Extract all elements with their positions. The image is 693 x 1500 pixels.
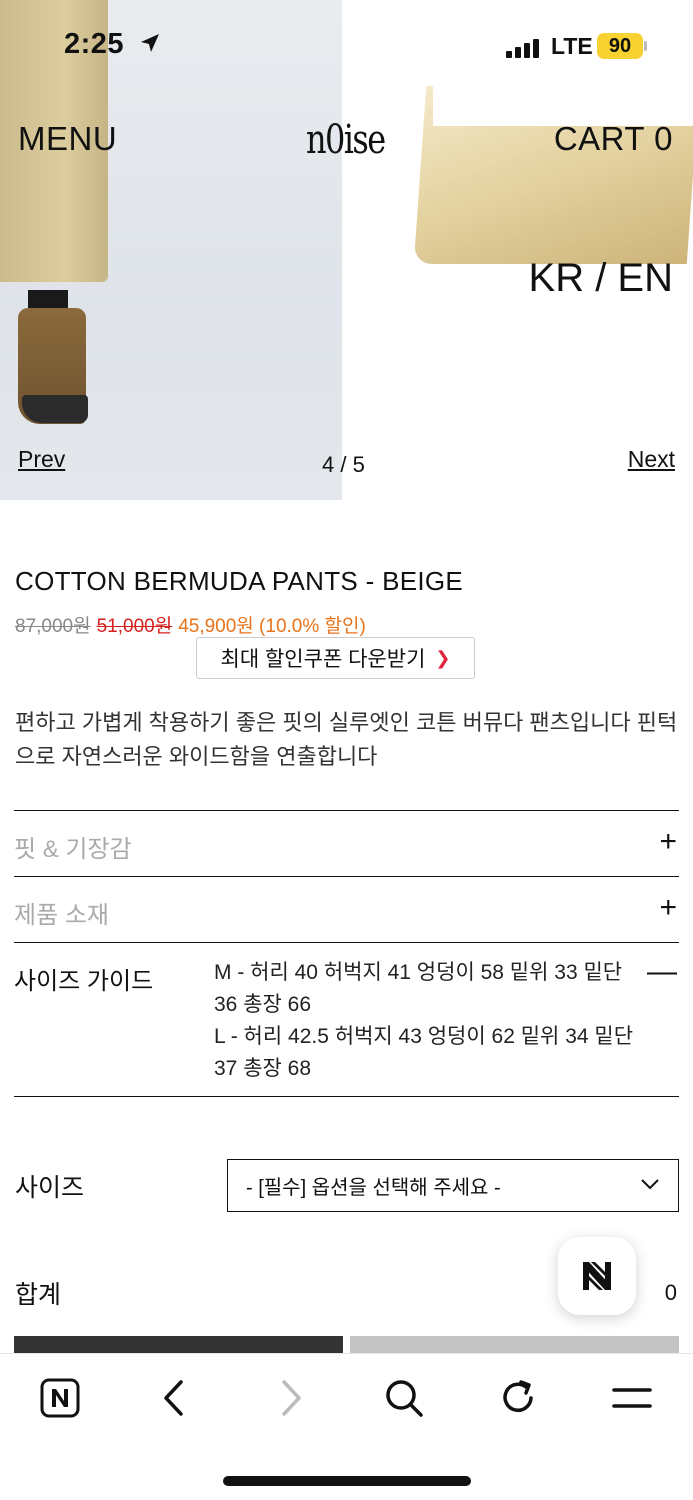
back-icon[interactable] <box>153 1376 197 1420</box>
minus-icon[interactable]: — <box>647 955 677 989</box>
gallery-next-link[interactable]: Next <box>628 446 675 473</box>
cellular-signal-icon <box>506 38 539 58</box>
forward-icon[interactable] <box>268 1376 312 1420</box>
size-guide-content: M - 허리 40 허벅지 41 엉덩이 58 밑위 33 밑단 36 총장 6… <box>214 957 644 1085</box>
price-original: 87,000원 <box>15 616 91 637</box>
size-guide-m: M - 허리 40 허벅지 41 엉덩이 58 밑위 33 밑단 36 총장 6… <box>214 961 623 1016</box>
coupon-download-button[interactable]: 최대 할인쿠폰 다운받기 ❯ <box>196 637 475 679</box>
floating-app-button[interactable] <box>558 1237 636 1315</box>
total-value: 0 <box>664 1280 677 1305</box>
accordion-fit[interactable]: 핏 & 기장감 + <box>14 810 679 876</box>
product-title: COTTON BERMUDA PANTS - BEIGE <box>15 566 464 596</box>
status-bar: 2:25 LTE 90 <box>0 0 693 90</box>
naver-home-icon[interactable] <box>38 1376 82 1420</box>
refresh-icon[interactable] <box>496 1376 540 1420</box>
price-discounted: 51,000원 <box>96 616 173 637</box>
brand-logo[interactable]: n0ise <box>306 117 386 163</box>
cart-button[interactable]: CART 0 <box>554 120 673 158</box>
divider <box>14 1096 679 1097</box>
status-time: 2:25 <box>64 28 125 60</box>
accordion-size-guide-label: 사이즈 가이드 <box>14 968 154 995</box>
size-option-label: 사이즈 <box>15 1174 85 1202</box>
plus-icon[interactable]: + <box>659 825 677 859</box>
accordion-material-label: 제품 소재 <box>14 902 109 929</box>
size-guide-l: L - 허리 42.5 허벅지 43 엉덩이 62 밑위 34 밑단 37 총장… <box>214 1025 634 1080</box>
brand-n-icon <box>583 1262 611 1290</box>
chevron-right-icon: ❯ <box>435 647 451 668</box>
price-row: 87,000원 51,000원 45,900원 (10.0% 할인) <box>15 611 366 638</box>
size-option-placeholder: - [필수] 옵션을 선택해 주세요 - <box>246 1177 501 1199</box>
size-option-select[interactable]: - [필수] 옵션을 선택해 주세요 - <box>227 1159 679 1212</box>
accordion-size-guide[interactable]: 사이즈 가이드 M - 허리 40 허벅지 41 엉덩이 58 밑위 33 밑단… <box>14 942 679 1096</box>
accordion-fit-label: 핏 & 기장감 <box>14 836 132 863</box>
gallery-prev-link[interactable]: Prev <box>18 446 65 473</box>
search-icon[interactable] <box>382 1376 426 1420</box>
total-label: 합계 <box>15 1281 62 1309</box>
home-indicator <box>223 1476 471 1486</box>
product-description: 편하고 가볍게 착용하기 좋은 핏의 실루엣인 코튼 버뮤다 팬츠입니다 핀턱으… <box>15 710 678 769</box>
coupon-label: 최대 할인쿠폰 다운받기 <box>220 648 426 671</box>
language-switch[interactable]: KR / EN <box>529 256 673 301</box>
price-sale: 45,900원 (10.0% 할인) <box>178 616 366 637</box>
menu-hamburger-icon[interactable] <box>610 1376 654 1420</box>
accordion-material[interactable]: 제품 소재 + <box>14 876 679 942</box>
location-arrow-icon <box>141 34 159 52</box>
gallery-counter: 4 / 5 <box>322 452 365 477</box>
plus-icon[interactable]: + <box>659 891 677 925</box>
menu-button[interactable]: MENU <box>18 120 117 158</box>
network-type: LTE <box>551 33 593 59</box>
chevron-down-icon <box>641 1179 659 1190</box>
battery-icon: 90 <box>597 33 643 59</box>
